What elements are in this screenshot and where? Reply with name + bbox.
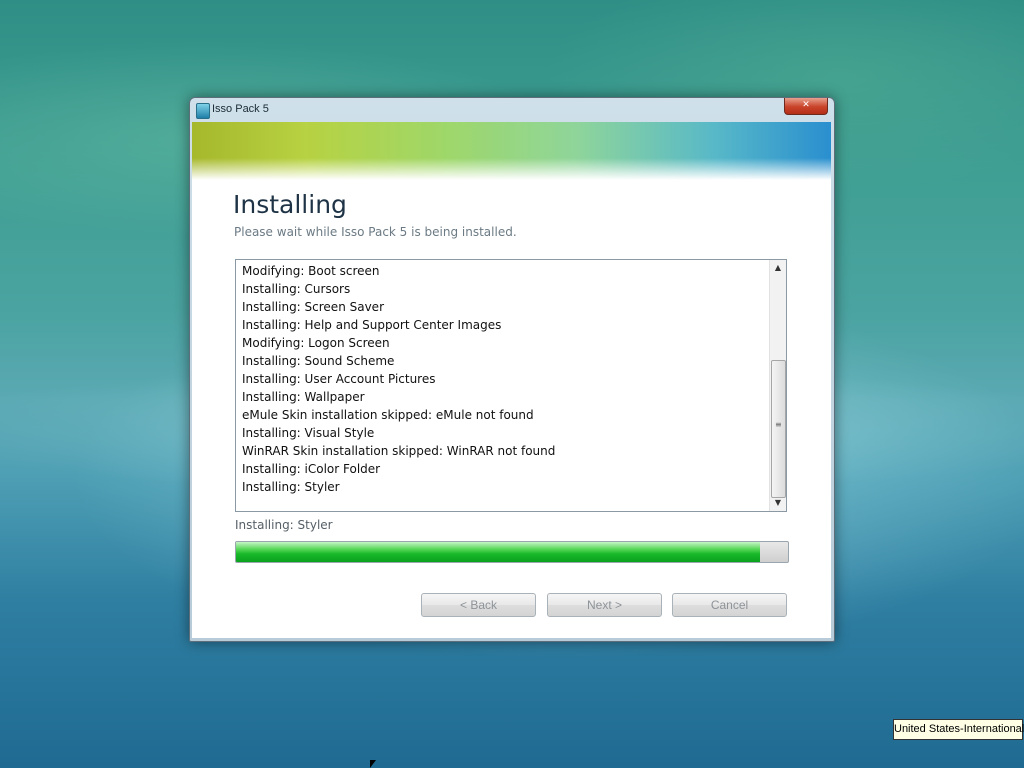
scrollbar-thumb[interactable]: ≡	[771, 360, 786, 498]
header-banner	[192, 122, 831, 180]
log-item: Installing: Cursors	[242, 282, 351, 296]
log-item: Installing: User Account Pictures	[242, 372, 436, 386]
window-client-area: Installing Please wait while Isso Pack 5…	[192, 122, 831, 638]
log-item: Installing: Wallpaper	[242, 390, 365, 404]
mouse-cursor-icon	[370, 760, 376, 768]
next-button[interactable]: Next >	[547, 593, 662, 617]
close-icon: ✕	[802, 100, 810, 110]
log-item: Installing: iColor Folder	[242, 462, 381, 476]
log-scrollbar[interactable]: ▲ ≡ ▼	[769, 260, 786, 511]
log-item: Modifying: Boot screen	[242, 264, 380, 278]
progress-fill	[236, 542, 761, 562]
progress-bar	[235, 541, 789, 563]
language-indicator[interactable]: United States-International	[893, 719, 1024, 740]
app-icon	[196, 103, 210, 119]
page-title: Installing	[233, 190, 347, 219]
window-title: Isso Pack 5	[212, 103, 269, 115]
status-text: Installing: Styler	[235, 518, 333, 532]
log-item: Installing: Sound Scheme	[242, 354, 395, 368]
log-item: Installing: Styler	[242, 480, 340, 494]
log-item: WinRAR Skin installation skipped: WinRAR…	[242, 444, 556, 458]
page-subtitle: Please wait while Isso Pack 5 is being i…	[234, 225, 517, 239]
scroll-up-icon[interactable]: ▲	[770, 260, 786, 276]
title-bar[interactable]: Isso Pack 5 ✕	[190, 98, 834, 122]
log-item: Installing: Help and Support Center Imag…	[242, 318, 502, 332]
log-item: Installing: Screen Saver	[242, 300, 384, 314]
install-log-list[interactable]: Modifying: Boot screen Installing: Curso…	[235, 259, 787, 512]
log-items: Modifying: Boot screen Installing: Curso…	[242, 262, 768, 496]
log-item: eMule Skin installation skipped: eMule n…	[242, 408, 534, 422]
close-button[interactable]: ✕	[784, 98, 828, 115]
scroll-down-icon[interactable]: ▼	[770, 495, 786, 511]
log-item: Installing: Visual Style	[242, 426, 375, 440]
grip-icon: ≡	[775, 420, 782, 429]
cancel-button[interactable]: Cancel	[672, 593, 787, 617]
installer-window: Isso Pack 5 ✕ Installing Please wait whi…	[189, 97, 835, 642]
log-item: Modifying: Logon Screen	[242, 336, 390, 350]
back-button[interactable]: < Back	[421, 593, 536, 617]
